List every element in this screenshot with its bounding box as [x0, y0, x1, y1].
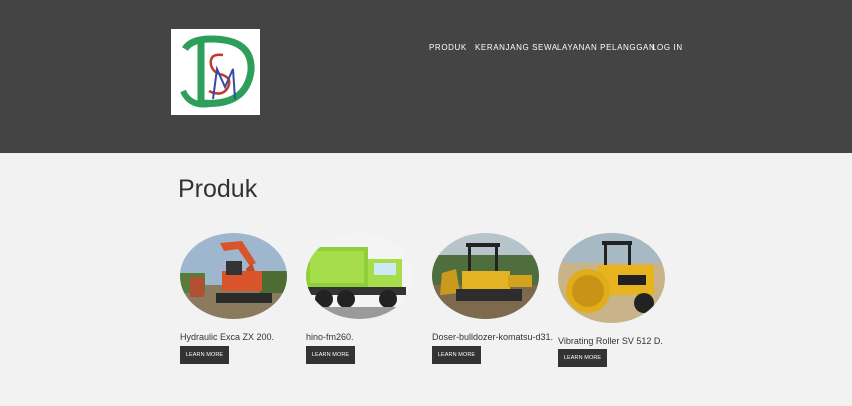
- product-name: Hydraulic Exca ZX 200.: [180, 332, 275, 342]
- nav-layanan-pelanggan[interactable]: LAYANAN PELANGGAN: [557, 43, 655, 52]
- product-card: Vibrating Roller SV 512 D. LEARN MORE: [558, 233, 688, 373]
- product-card: hino-fm260. LEARN MORE: [306, 233, 436, 373]
- dump-truck-image[interactable]: [306, 233, 413, 319]
- learn-more-button[interactable]: LEARN MORE: [558, 349, 607, 367]
- nav-log-in[interactable]: LOG IN: [652, 43, 683, 52]
- main-nav: PRODUK KERANJANG SEWA LAYANAN PELANGGAN …: [0, 43, 852, 55]
- page-title: Produk: [178, 175, 258, 203]
- roller-image[interactable]: [558, 233, 665, 323]
- logo-mark-icon: [180, 35, 255, 108]
- nav-produk[interactable]: PRODUK: [429, 43, 467, 52]
- nav-keranjang-sewa[interactable]: KERANJANG SEWA: [475, 43, 558, 52]
- site-header: PRODUK KERANJANG SEWA LAYANAN PELANGGAN …: [0, 0, 852, 153]
- learn-more-button[interactable]: LEARN MORE: [306, 346, 355, 364]
- learn-more-button[interactable]: LEARN MORE: [180, 346, 229, 364]
- bulldozer-image[interactable]: [432, 233, 539, 319]
- learn-more-button[interactable]: LEARN MORE: [432, 346, 481, 364]
- logo[interactable]: [171, 29, 260, 115]
- product-name: Doser-bulldozer-komatsu-d31.: [432, 332, 554, 342]
- product-card: Hydraulic Exca ZX 200. LEARN MORE: [180, 233, 310, 373]
- product-name: hino-fm260.: [306, 332, 354, 342]
- excavator-image[interactable]: [180, 233, 287, 319]
- product-card: Doser-bulldozer-komatsu-d31. LEARN MORE: [432, 233, 562, 373]
- product-name: Vibrating Roller SV 512 D.: [558, 336, 663, 346]
